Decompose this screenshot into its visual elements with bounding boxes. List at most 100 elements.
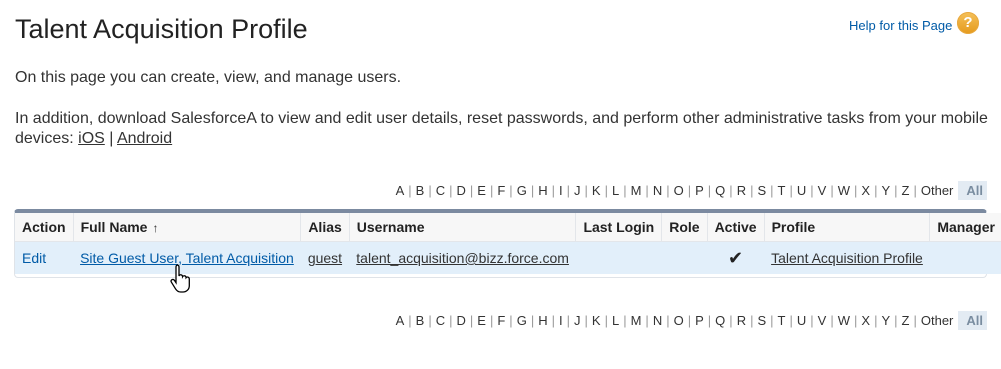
alpha-letter-n[interactable]: N <box>649 313 666 328</box>
alpha-letter-n[interactable]: N <box>649 183 666 198</box>
alpha-letter-y[interactable]: Y <box>877 313 894 328</box>
alpha-letter-l[interactable]: L <box>608 183 623 198</box>
col-header-full-name[interactable]: Full Name ↑ <box>73 213 302 242</box>
alpha-letter-k[interactable]: K <box>588 313 605 328</box>
intro-text: On this page you can create, view, and m… <box>15 69 402 86</box>
alias-link[interactable]: guest <box>308 250 342 266</box>
active-checkmark-icon: ✔ <box>728 247 744 268</box>
users-table-container: Action Full Name ↑ Alias Username Last Lo… <box>14 209 1001 278</box>
alpha-all-link[interactable]: All <box>958 311 987 330</box>
cell-username: talent_acquisition@bizz.force.com <box>349 242 576 275</box>
alpha-other-link[interactable]: Other <box>917 313 958 328</box>
alpha-letter-g[interactable]: G <box>513 183 531 198</box>
alpha-filter-top: A | B | C | D | E | F | G | H | I | J | K | L | M | N | O | P | Q | R | S | T |… <box>392 181 987 200</box>
ios-link[interactable]: iOS <box>78 130 105 147</box>
cell-action: Edit <box>15 242 73 275</box>
link-separator: | <box>109 130 114 147</box>
alpha-letter-s[interactable]: S <box>753 313 770 328</box>
alpha-letter-w[interactable]: W <box>834 313 854 328</box>
alpha-letter-o[interactable]: O <box>670 313 688 328</box>
alpha-letter-w[interactable]: W <box>834 183 854 198</box>
alpha-separator: | <box>449 183 453 198</box>
alpha-letter-r[interactable]: R <box>733 183 750 198</box>
alpha-letter-m[interactable]: M <box>627 183 646 198</box>
alpha-letter-s[interactable]: S <box>753 183 770 198</box>
help-icon[interactable]: ? <box>957 12 979 34</box>
alpha-letter-x[interactable]: X <box>857 183 874 198</box>
alpha-separator: | <box>894 313 898 328</box>
alpha-filter-bottom: A | B | C | D | E | F | G | H | I | J | K | L | M | N | O | P | Q | R | S | T |… <box>392 311 987 330</box>
alpha-letter-j[interactable]: J <box>570 183 585 198</box>
table-header-row: Action Full Name ↑ Alias Username Last Lo… <box>15 213 1001 242</box>
col-header-action: Action <box>15 213 74 242</box>
col-header-role: Role <box>661 213 708 242</box>
sort-ascending-icon: ↑ <box>152 221 159 235</box>
full-name-link[interactable]: Site Guest User, Talent Acquisition <box>80 250 294 266</box>
col-header-manager: Manager <box>929 213 1001 242</box>
username-link[interactable]: talent_acquisition@bizz.force.com <box>356 250 569 266</box>
alpha-letter-q[interactable]: Q <box>711 313 729 328</box>
alpha-letter-u[interactable]: U <box>793 313 810 328</box>
alpha-letter-h[interactable]: H <box>534 313 551 328</box>
alpha-letter-i[interactable]: I <box>555 183 567 198</box>
table-row: Edit Site Guest User, Talent Acquisition… <box>15 241 1001 275</box>
profile-link[interactable]: Talent Acquisition Profile <box>771 250 923 266</box>
alpha-letter-c[interactable]: C <box>432 183 449 198</box>
help-link[interactable]: Help for this Page <box>849 18 952 33</box>
col-header-profile: Profile <box>764 213 931 242</box>
alpha-letter-f[interactable]: F <box>493 183 509 198</box>
alpha-letter-l[interactable]: L <box>608 313 623 328</box>
alpha-letter-k[interactable]: K <box>588 183 605 198</box>
col-header-active: Active <box>707 213 765 242</box>
cell-manager <box>930 242 1001 275</box>
alpha-letter-b[interactable]: B <box>412 313 429 328</box>
col-header-last-login: Last Login <box>575 213 663 242</box>
cell-full-name: Site Guest User, Talent Acquisition <box>73 242 301 275</box>
alpha-letter-z[interactable]: Z <box>898 183 914 198</box>
alpha-letter-t[interactable]: T <box>774 183 790 198</box>
alpha-letter-m[interactable]: M <box>627 313 646 328</box>
alpha-letter-c[interactable]: C <box>432 313 449 328</box>
alpha-letter-h[interactable]: H <box>534 183 551 198</box>
alpha-letter-j[interactable]: J <box>570 313 585 328</box>
alpha-separator: | <box>449 313 453 328</box>
alpha-separator: | <box>894 183 898 198</box>
users-table: Action Full Name ↑ Alias Username Last Lo… <box>15 213 1001 274</box>
alpha-letter-b[interactable]: B <box>412 183 429 198</box>
alpha-letter-d[interactable]: D <box>453 183 470 198</box>
alpha-letter-a[interactable]: A <box>392 313 409 328</box>
cell-alias: guest <box>301 242 349 275</box>
android-link[interactable]: Android <box>117 130 172 147</box>
alpha-letter-z[interactable]: Z <box>898 313 914 328</box>
alpha-other-link[interactable]: Other <box>917 183 958 198</box>
alpha-letter-a[interactable]: A <box>392 183 409 198</box>
alpha-letter-e[interactable]: E <box>473 183 490 198</box>
alpha-letter-e[interactable]: E <box>473 313 490 328</box>
alpha-letter-y[interactable]: Y <box>877 183 894 198</box>
info-text: In addition, download SalesforceA to vie… <box>15 109 990 149</box>
alpha-letter-v[interactable]: V <box>814 313 831 328</box>
col-header-full-name-label: Full Name <box>80 219 148 235</box>
alpha-letter-r[interactable]: R <box>733 313 750 328</box>
alpha-letter-d[interactable]: D <box>453 313 470 328</box>
alpha-letter-g[interactable]: G <box>513 313 531 328</box>
cell-role <box>662 242 707 275</box>
edit-link[interactable]: Edit <box>22 250 46 266</box>
alpha-letter-t[interactable]: T <box>774 313 790 328</box>
cell-last-login <box>576 242 662 275</box>
alpha-letters: A | B | C | D | E | F | G | H | I | J | K | L | M | N | O | P | Q | R | S | T |… <box>392 313 917 328</box>
alpha-letters: A | B | C | D | E | F | G | H | I | J | K | L | M | N | O | P | Q | R | S | T |… <box>392 183 917 198</box>
alpha-letter-o[interactable]: O <box>670 183 688 198</box>
page-title: Talent Acquisition Profile <box>15 14 308 44</box>
alpha-letter-x[interactable]: X <box>857 313 874 328</box>
alpha-letter-f[interactable]: F <box>493 313 509 328</box>
alpha-letter-p[interactable]: P <box>691 313 708 328</box>
alpha-letter-v[interactable]: V <box>814 183 831 198</box>
alpha-letter-i[interactable]: I <box>555 313 567 328</box>
alpha-letter-p[interactable]: P <box>691 183 708 198</box>
col-header-username: Username <box>349 213 577 242</box>
alpha-letter-u[interactable]: U <box>793 183 810 198</box>
alpha-all-link[interactable]: All <box>958 181 987 200</box>
col-header-alias: Alias <box>300 213 350 242</box>
alpha-letter-q[interactable]: Q <box>711 183 729 198</box>
